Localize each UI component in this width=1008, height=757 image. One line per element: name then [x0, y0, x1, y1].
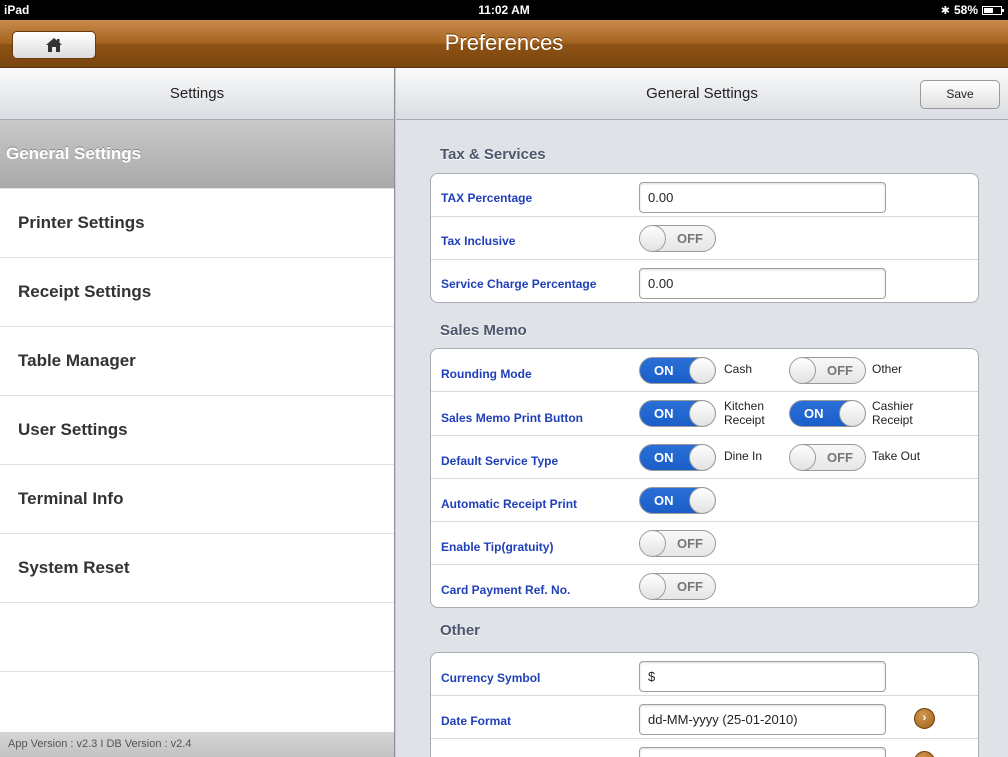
- battery-icon: [982, 5, 1004, 15]
- toggle-text: ON: [654, 493, 674, 508]
- row-sales-memo-print: Sales Memo Print Button ON Kitchen Recei…: [431, 392, 978, 436]
- row-enable-tip: Enable Tip(gratuity) OFF: [431, 522, 978, 565]
- auto-receipt-print-toggle[interactable]: ON: [639, 487, 716, 514]
- menu-item-empty: [0, 603, 394, 672]
- currency-symbol-input[interactable]: $: [639, 661, 886, 692]
- clock: 11:02 AM: [478, 3, 530, 17]
- toggle-text: OFF: [827, 363, 853, 378]
- dine-in-toggle[interactable]: ON: [639, 444, 716, 471]
- auto-receipt-print-label: Automatic Receipt Print: [441, 497, 578, 511]
- default-service-type-label: Default Service Type: [441, 454, 559, 468]
- row-tax-inclusive: Tax Inclusive OFF: [431, 217, 978, 260]
- card-payment-ref-toggle[interactable]: OFF: [639, 573, 716, 600]
- menu-item-system-reset[interactable]: System Reset: [0, 534, 394, 603]
- row-auto-receipt-print: Automatic Receipt Print ON: [431, 479, 978, 522]
- row-next-setting: ›: [431, 739, 978, 757]
- menu-item-table-manager[interactable]: Table Manager: [0, 327, 394, 396]
- card-payment-ref-label: Card Payment Ref. No.: [441, 583, 571, 597]
- toggle-knob: [689, 358, 715, 383]
- battery-percent: 58%: [953, 3, 978, 17]
- chevron-right-icon[interactable]: ›: [914, 751, 935, 757]
- tax-group: TAX Percentage 0.00 Tax Inclusive OFF Se…: [430, 173, 979, 303]
- rounding-other-toggle[interactable]: OFF: [789, 357, 866, 384]
- next-setting-input[interactable]: [639, 747, 886, 757]
- toggle-knob: [839, 401, 865, 426]
- toggle-knob: [689, 488, 715, 513]
- rounding-other-label: Other: [872, 362, 903, 376]
- date-format-input[interactable]: dd-MM-yyyy (25-01-2010): [639, 704, 886, 735]
- battery-fill: [984, 7, 994, 13]
- version-footer: App Version : v2.3 I DB Version : v2.4: [0, 732, 395, 757]
- detail-title: General Settings: [646, 85, 758, 102]
- status-bar: iPad 11:02 AM ✱ 58%: [0, 0, 1008, 20]
- enable-tip-label: Enable Tip(gratuity): [441, 540, 554, 554]
- menu-item-general-settings[interactable]: General Settings: [0, 120, 394, 189]
- section-title-sales-memo: Sales Memo: [440, 322, 527, 339]
- tax-inclusive-label: Tax Inclusive: [441, 234, 516, 248]
- dine-in-label: Dine In: [724, 449, 763, 463]
- section-title-tax: Tax & Services: [440, 146, 546, 163]
- toggle-knob: [640, 531, 666, 556]
- row-currency-symbol: Currency Symbol $: [431, 653, 978, 696]
- toggle-text: ON: [654, 363, 674, 378]
- row-date-format: Date Format dd-MM-yyyy (25-01-2010) ›: [431, 696, 978, 739]
- toggle-text: OFF: [677, 231, 703, 246]
- toggle-knob: [689, 401, 715, 426]
- row-default-service-type: Default Service Type ON Dine In OFF Take…: [431, 436, 978, 479]
- row-tax-percentage: TAX Percentage 0.00: [431, 174, 978, 217]
- toggle-knob: [640, 226, 666, 251]
- take-out-label: Take Out: [872, 449, 921, 463]
- sales-memo-print-label: Sales Memo Print Button: [441, 411, 584, 425]
- menu-item-user-settings[interactable]: User Settings: [0, 396, 394, 465]
- menu-item-receipt-settings[interactable]: Receipt Settings: [0, 258, 394, 327]
- toggle-knob: [790, 358, 816, 383]
- toggle-text: ON: [654, 406, 674, 421]
- rounding-mode-label: Rounding Mode: [441, 367, 532, 381]
- enable-tip-toggle[interactable]: OFF: [639, 530, 716, 557]
- currency-symbol-label: Currency Symbol: [441, 671, 541, 685]
- device-name: iPad: [4, 3, 30, 17]
- rounding-cash-label: Cash: [724, 362, 753, 376]
- date-format-label: Date Format: [441, 714, 512, 728]
- cashier-receipt-label: Cashier Receipt: [872, 399, 914, 427]
- row-service-charge: Service Charge Percentage 0.00: [431, 260, 978, 303]
- rounding-cash-toggle[interactable]: ON: [639, 357, 716, 384]
- toggle-text: OFF: [677, 536, 703, 551]
- kitchen-receipt-toggle[interactable]: ON: [639, 400, 716, 427]
- menu-item-printer-settings[interactable]: Printer Settings: [0, 189, 394, 258]
- chevron-right-icon[interactable]: ›: [914, 708, 935, 729]
- row-rounding-mode: Rounding Mode ON Cash OFF Other: [431, 349, 978, 392]
- kitchen-receipt-label: Kitchen Receipt: [724, 399, 765, 427]
- menu-item-terminal-info[interactable]: Terminal Info: [0, 465, 394, 534]
- sales-memo-group: Rounding Mode ON Cash OFF Other Sales Me…: [430, 348, 979, 608]
- toggle-text: OFF: [677, 579, 703, 594]
- toggle-knob: [790, 445, 816, 470]
- settings-header: Settings: [0, 68, 395, 120]
- tax-percentage-input[interactable]: 0.00: [639, 182, 886, 213]
- toggle-text: OFF: [827, 450, 853, 465]
- tax-inclusive-toggle[interactable]: OFF: [639, 225, 716, 252]
- cashier-receipt-toggle[interactable]: ON: [789, 400, 866, 427]
- save-button[interactable]: Save: [920, 80, 1000, 109]
- take-out-toggle[interactable]: OFF: [789, 444, 866, 471]
- settings-content[interactable]: Tax & Services TAX Percentage 0.00 Tax I…: [396, 120, 1008, 757]
- navigation-bar: Preferences: [0, 20, 1008, 68]
- service-charge-input[interactable]: 0.00: [639, 268, 886, 299]
- toggle-knob: [640, 574, 666, 599]
- service-charge-label: Service Charge Percentage: [441, 277, 597, 291]
- status-right: ✱ 58%: [940, 3, 1004, 17]
- toggle-text: ON: [654, 450, 674, 465]
- other-group: Currency Symbol $ Date Format dd-MM-yyyy…: [430, 652, 979, 757]
- detail-header: General Settings Save: [396, 68, 1008, 120]
- row-card-payment-ref: Card Payment Ref. No. OFF: [431, 565, 978, 608]
- section-title-other: Other: [440, 622, 481, 639]
- tax-percentage-label: TAX Percentage: [441, 191, 533, 205]
- bluetooth-icon: ✱: [940, 4, 950, 17]
- toggle-text: ON: [804, 406, 824, 421]
- toggle-knob: [689, 445, 715, 470]
- page-title: Preferences: [444, 30, 564, 55]
- settings-menu: General Settings Printer Settings Receip…: [0, 120, 395, 732]
